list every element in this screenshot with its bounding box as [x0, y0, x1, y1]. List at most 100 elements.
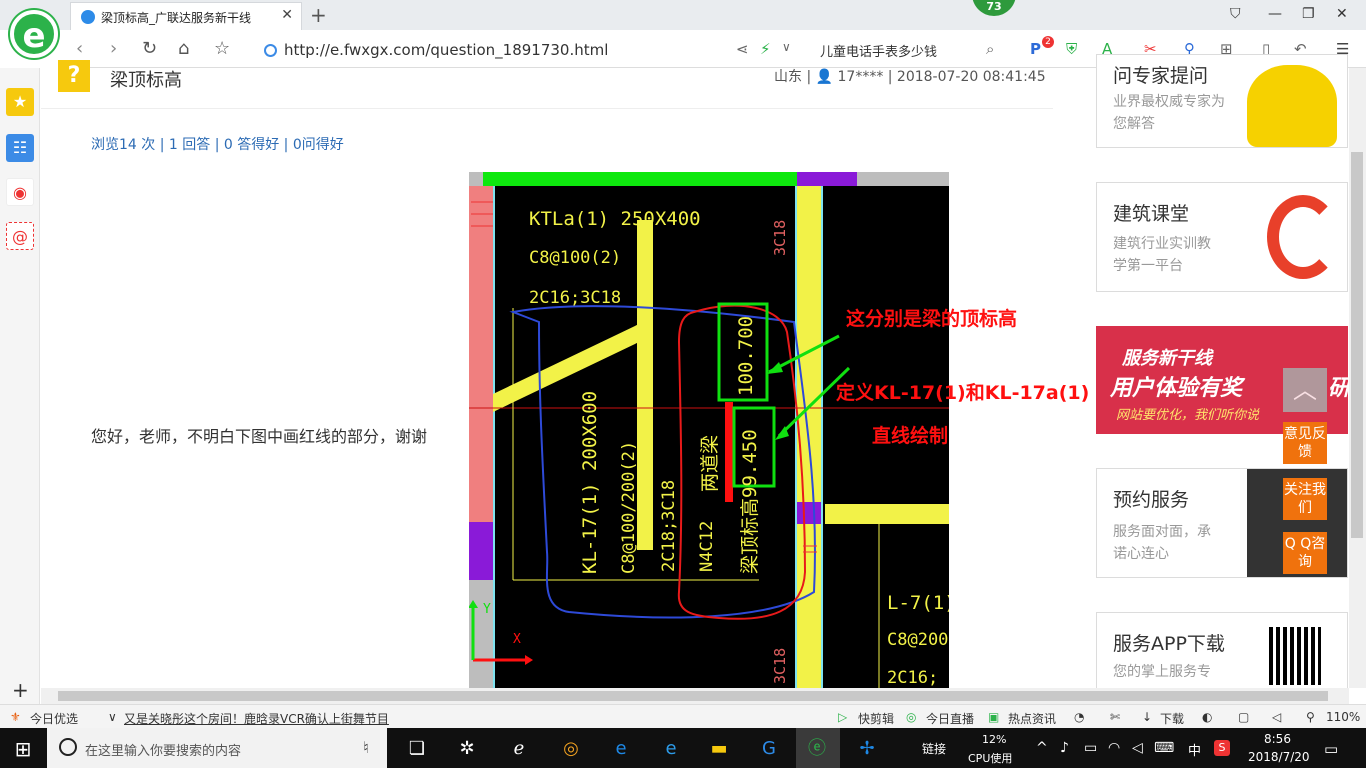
chevron-up-icon[interactable]: ^	[1036, 740, 1048, 756]
status-bar: ⚜ 今日优选 ∨ 又是关晓彤这个房间！鹿晗录VCR确认上街舞节目 ▷ 快剪辑 ◎…	[0, 704, 1366, 728]
tools-icon[interactable]: ✄	[1110, 710, 1120, 724]
browser-e-icon[interactable]: ℯ	[506, 736, 532, 762]
card-booking-sub2: 诺心连心	[1113, 546, 1169, 562]
back-to-top-button[interactable]: ︿	[1283, 368, 1327, 412]
fan-app-icon[interactable]: ✲	[454, 736, 480, 762]
browser-360-icon[interactable]: ⓔ	[804, 736, 830, 762]
battery-icon[interactable]: ▭	[1084, 740, 1097, 756]
reader-icon[interactable]: ☷	[6, 134, 34, 162]
play-icon: ▷	[838, 710, 848, 724]
quick-edit[interactable]: 快剪辑	[858, 710, 894, 727]
restore-button[interactable]: ❐	[1302, 6, 1315, 22]
today-picks[interactable]: 今日优选	[30, 710, 78, 727]
windows-start-icon[interactable]: ⊞	[10, 736, 36, 762]
taskbar-link[interactable]: 链接	[922, 740, 946, 757]
minimize-button[interactable]: —	[1268, 6, 1282, 22]
close-window-button[interactable]: ✕	[1336, 6, 1348, 22]
taskbar-search[interactable]: 在这里输入你要搜索的内容 ♮	[47, 728, 387, 768]
card-ask-expert[interactable]: 问专家提问 业界最权威专家为您解答	[1096, 54, 1348, 148]
hot-news[interactable]: 热点资讯	[1008, 710, 1056, 727]
zoom-level[interactable]: 110%	[1326, 710, 1360, 724]
annotation-note-2: 定义KL-17(1)和KL-17a(1)	[836, 382, 1090, 404]
question-stats[interactable]: 浏览14 次 | 1 回答 | 0 答得好 | 0问得好	[91, 134, 344, 154]
qq-browser-icon[interactable]: ◎	[558, 736, 584, 762]
card-app-download[interactable]: 服务APP下载 您的掌上服务专	[1096, 612, 1348, 688]
card-ask-expert-sub: 业界最权威专家为您解答	[1113, 94, 1225, 132]
file-explorer-icon[interactable]: ▬	[706, 736, 732, 762]
feedback-button[interactable]: 意见反馈	[1283, 422, 1327, 464]
download-icon: ↓	[1142, 710, 1153, 724]
notification-bell-icon[interactable]: ♪	[1060, 740, 1069, 756]
cad-axis-y: Y	[483, 602, 491, 617]
news-ticker[interactable]: 又是关晓彤这个房间！鹿晗录VCR确认上街舞节目	[124, 710, 389, 727]
forward-icon[interactable]: ›	[110, 38, 117, 59]
search-icon[interactable]: ⌕	[986, 40, 994, 58]
clean-icon[interactable]: ◐	[1202, 710, 1212, 724]
close-tab-icon[interactable]: ✕	[281, 7, 293, 23]
banner-line-2-end: 研	[1328, 376, 1348, 401]
lightning-icon[interactable]: ⚡	[760, 40, 771, 58]
shield-icon[interactable]: ⛨	[1066, 40, 1077, 58]
cpu-percent: 12%	[982, 733, 1007, 746]
cad-text-liangdao: 两道梁	[699, 434, 721, 492]
question-meta: 山东 | 👤 17**** | 2018-07-20 08:41:45	[774, 69, 1046, 85]
speed-icon[interactable]: ◔	[1074, 710, 1084, 724]
search-input[interactable]: 儿童电话手表多少钱	[820, 41, 937, 60]
ime-indicator[interactable]: 中	[1188, 740, 1201, 759]
ie-mode-icon[interactable]	[264, 44, 277, 57]
tab-active[interactable]: 梁顶标高_广联达服务新干线 ✕	[70, 2, 302, 30]
cortana-icon	[59, 738, 77, 756]
refresh-icon[interactable]: ↻	[142, 38, 157, 59]
url-input[interactable]: http://e.fwxgx.com/question_1891730.html	[284, 41, 608, 59]
cad-text-3c18-bottom: 3C18	[771, 647, 789, 684]
horizontal-scroll-thumb[interactable]	[58, 691, 1328, 701]
taskbar-search-placeholder: 在这里输入你要搜索的内容	[85, 744, 242, 759]
action-center-icon[interactable]: ▭	[1324, 740, 1338, 758]
follow-us-button[interactable]: 关注我们	[1283, 478, 1327, 520]
weibo-icon[interactable]: ◉	[6, 178, 34, 206]
star-icon[interactable]: ☆	[214, 38, 230, 59]
keyboard-icon[interactable]: ⌨	[1154, 740, 1174, 756]
question-title: 梁顶标高	[110, 70, 182, 91]
ie-icon[interactable]: e	[658, 736, 684, 762]
share-icon[interactable]: ⋖	[736, 40, 749, 58]
g-app-icon[interactable]: G	[756, 736, 782, 762]
volume-icon[interactable]: ◁	[1132, 740, 1143, 756]
cad-text-top-elevation-1: 100.700	[735, 315, 757, 396]
news-icon: ▣	[988, 710, 1000, 724]
card-classroom[interactable]: 建筑课堂 建筑行业实训教 学第一平台	[1096, 182, 1348, 292]
wifi-icon[interactable]: ◠	[1108, 740, 1120, 756]
vertical-scroll-thumb[interactable]	[1351, 152, 1363, 538]
shirt-icon[interactable]: ⛉	[1230, 6, 1241, 22]
task-view-icon[interactable]: ❏	[404, 736, 430, 762]
ext-badge: 2	[1042, 36, 1054, 48]
microphone-icon[interactable]: ♮	[363, 738, 369, 757]
mail-icon[interactable]: @	[6, 222, 34, 250]
favorites-icon[interactable]: ★	[6, 88, 34, 116]
ext-p-icon[interactable]: P	[1030, 40, 1041, 58]
edge-icon[interactable]: e	[608, 736, 634, 762]
sogou-s-icon[interactable]: S	[1214, 740, 1230, 756]
chevron-down-icon[interactable]: ∨	[782, 40, 791, 54]
cpu-label: CPU使用	[968, 752, 1013, 765]
clock-date[interactable]: 2018/7/20	[1248, 750, 1310, 764]
banner-line-1: 服务新干线	[1122, 348, 1212, 369]
cad-text-stirrup: C8@100(2)	[529, 248, 622, 268]
browser-logo-icon[interactable]: e	[10, 10, 58, 58]
add-sidebar-icon[interactable]: +	[12, 678, 29, 702]
chevron-down-icon[interactable]: ∨	[108, 710, 117, 724]
today-live[interactable]: 今日直播	[926, 710, 974, 727]
back-icon[interactable]: ‹	[76, 38, 83, 59]
cad-axis-x: X	[513, 632, 521, 647]
banner-line-3: 网站要优化，我们听你说	[1116, 408, 1260, 423]
left-sidebar	[0, 68, 40, 704]
home-icon[interactable]: ⌂	[178, 38, 189, 59]
new-tab-button[interactable]: +	[310, 3, 327, 27]
cad-text-l7-bars: 2C16;	[887, 668, 939, 688]
download-label[interactable]: 下载	[1160, 710, 1184, 727]
sound-icon[interactable]: ◁	[1272, 710, 1281, 724]
network-app-icon[interactable]: ✢	[854, 736, 880, 762]
clock-time[interactable]: 8:56	[1264, 732, 1291, 746]
window-icon[interactable]: ▢	[1238, 710, 1249, 724]
qq-consult-button[interactable]: Q Q咨询	[1283, 532, 1327, 574]
